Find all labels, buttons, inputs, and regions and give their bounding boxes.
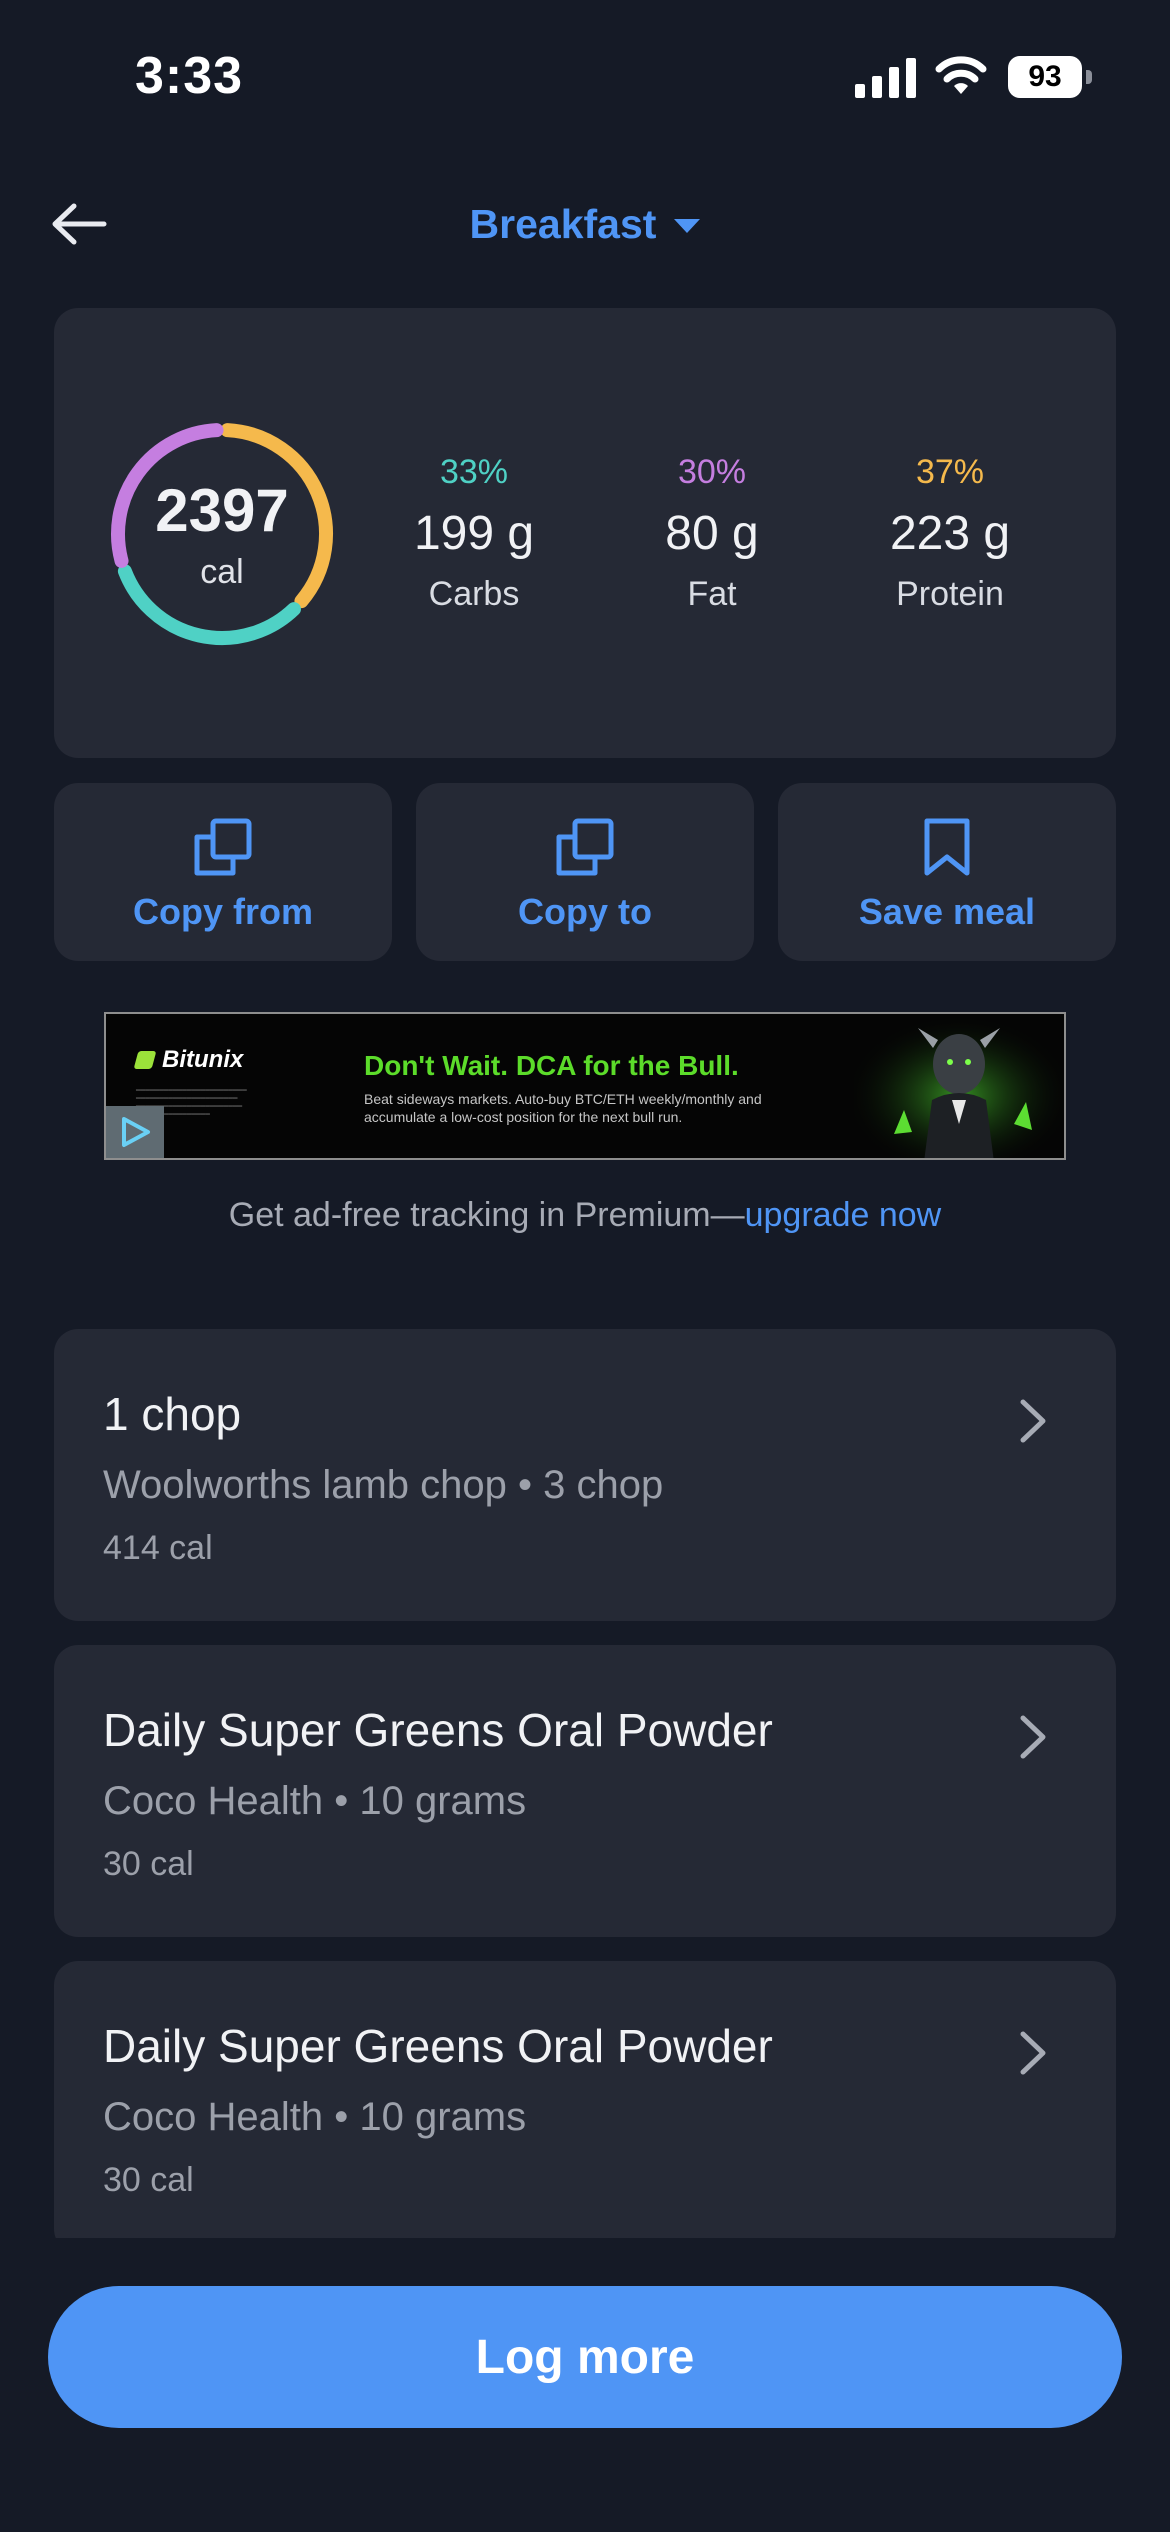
- battery-icon: 93: [1008, 56, 1092, 98]
- bookmark-icon: [924, 818, 970, 876]
- food-calories: 414 cal: [103, 1529, 213, 1567]
- macro-amount: 80 g: [665, 507, 759, 560]
- premium-text: Get ad-free tracking in Premium—: [228, 1196, 745, 1234]
- ad-headline: Don't Wait. DCA for the Bull.: [364, 1050, 739, 1081]
- ad-banner[interactable]: Bitunix ▁▁▁▁▁▁▁▁▁▁▁▁▁▁▁▁▁▁▁▁▁▁▁▁ ▁▁▁▁▁▁▁▁…: [104, 1012, 1066, 1160]
- food-details: Coco Health • 10 grams: [103, 2095, 527, 2139]
- food-item[interactable]: Daily Super Greens Oral Powder Coco Heal…: [54, 1961, 1116, 2253]
- status-time: 3:33: [135, 47, 244, 105]
- macro-label: Fat: [687, 575, 737, 613]
- cellular-signal-icon: [855, 58, 916, 98]
- macro-percent: 33%: [439, 453, 509, 491]
- chevron-right-icon: [1020, 1399, 1046, 1443]
- save-meal-button[interactable]: Save meal: [778, 783, 1116, 961]
- ad-brand-logo: Bitunix: [133, 1046, 244, 1074]
- copy-icon: [194, 818, 252, 876]
- macro-percent: 30%: [677, 453, 747, 491]
- food-item[interactable]: Daily Super Greens Oral Powder Coco Heal…: [54, 1645, 1116, 1937]
- food-serving: 3 chop: [543, 1463, 664, 1507]
- ad-choices-icon[interactable]: [106, 1106, 164, 1158]
- ad-body: Beat sideways markets. Auto-buy BTC/ETH …: [364, 1091, 762, 1125]
- macro-carbs: 33% 199 g Carbs: [364, 453, 584, 614]
- chevron-down-icon: [674, 219, 701, 233]
- food-item[interactable]: 1 chop Woolworths lamb chop • 3 chop 414…: [54, 1329, 1116, 1621]
- status-bar: 3:33 93: [0, 0, 1170, 150]
- chevron-right-icon: [1020, 2031, 1046, 2075]
- food-brand: Woolworths lamb chop: [103, 1463, 507, 1507]
- macro-label: Carbs: [428, 575, 520, 613]
- copy-to-button[interactable]: Copy to: [416, 783, 754, 961]
- chevron-right-icon: [1020, 1715, 1046, 1759]
- macro-fat: 30% 80 g Fat: [602, 453, 822, 614]
- copy-from-button[interactable]: Copy from: [54, 783, 392, 961]
- meal-selector[interactable]: Breakfast: [0, 196, 1170, 252]
- food-details: Woolworths lamb chop • 3 chop: [103, 1463, 664, 1507]
- macro-percent: 37%: [915, 453, 985, 491]
- calories-unit: cal: [200, 553, 244, 591]
- food-name: Daily Super Greens Oral Powder: [103, 1704, 773, 1756]
- ad-brand: Bitunix: [162, 1046, 244, 1073]
- copy-from-label: Copy from: [133, 891, 313, 932]
- food-details: Coco Health • 10 grams: [103, 1779, 527, 1823]
- battery-level: 93: [1008, 56, 1082, 98]
- food-calories: 30 cal: [103, 2161, 194, 2199]
- macro-amount: 199 g: [413, 507, 535, 560]
- ad-bull-image: [854, 1014, 1064, 1158]
- calories-total: 2397: [155, 477, 289, 544]
- copy-to-label: Copy to: [518, 891, 652, 932]
- premium-upsell: Get ad-free tracking in Premium—upgrade …: [0, 1196, 1170, 1235]
- save-meal-label: Save meal: [858, 891, 1036, 932]
- food-name: 1 chop: [103, 1388, 242, 1440]
- upgrade-link[interactable]: upgrade now: [745, 1196, 942, 1234]
- food-serving: 10 grams: [359, 2095, 527, 2139]
- wifi-icon: [935, 56, 987, 94]
- food-brand: Coco Health: [103, 1779, 324, 1823]
- copy-icon: [556, 818, 614, 876]
- food-serving: 10 grams: [359, 1779, 527, 1823]
- log-more-button[interactable]: Log more: [48, 2286, 1122, 2428]
- food-brand: Coco Health: [103, 2095, 324, 2139]
- nutrition-summary-card: 2397 cal 33% 199 g Carbs 30% 80 g Fat 37…: [54, 308, 1116, 758]
- food-name: Daily Super Greens Oral Powder: [103, 2020, 773, 2072]
- food-calories: 30 cal: [103, 1845, 194, 1883]
- macro-protein: 37% 223 g Protein: [840, 453, 1060, 614]
- macro-amount: 223 g: [889, 507, 1011, 560]
- meal-title: Breakfast: [469, 200, 657, 247]
- macro-label: Protein: [896, 575, 1004, 613]
